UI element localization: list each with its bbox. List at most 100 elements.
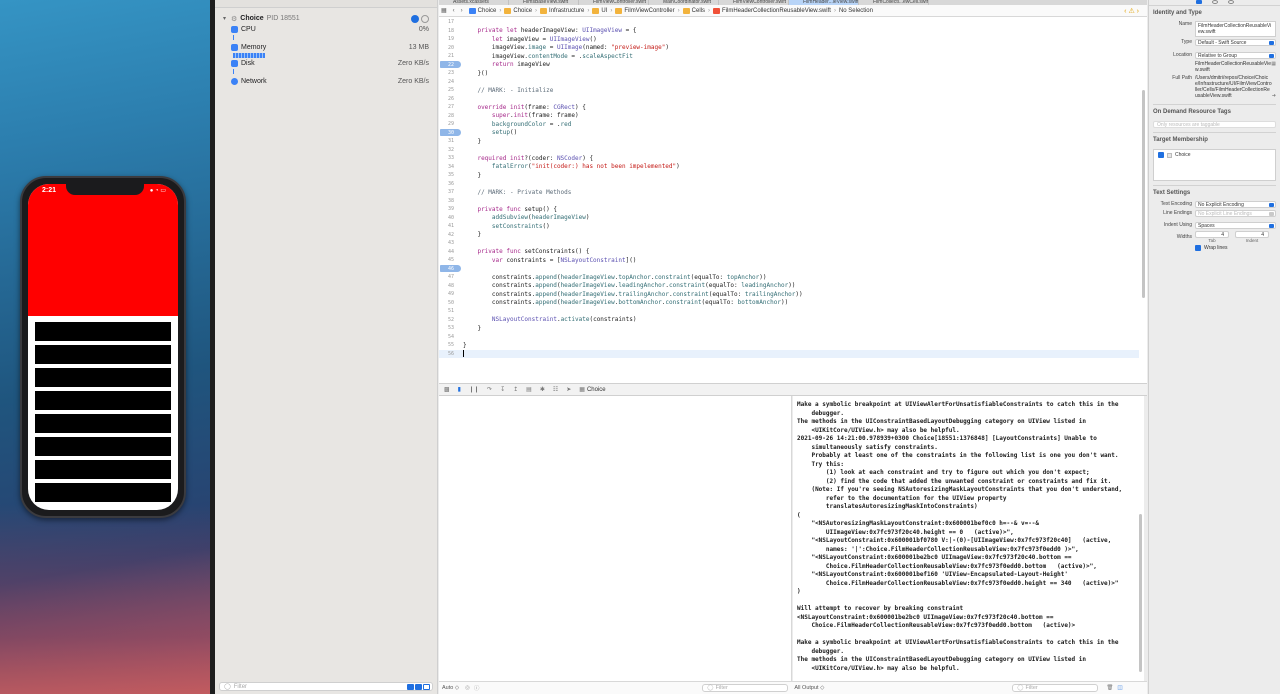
editor-tab[interactable]: Assets.xcassets bbox=[439, 0, 509, 5]
type-popup[interactable]: Default - Swift Source bbox=[1195, 39, 1276, 46]
code-line[interactable]: 49 constraints.append(headerImageView.tr… bbox=[439, 290, 1139, 299]
process-pause-icon[interactable] bbox=[421, 14, 429, 23]
code-line[interactable]: 39 private func setup() { bbox=[439, 205, 1139, 214]
collection-cell[interactable] bbox=[35, 460, 171, 479]
filter-toggle-icon[interactable] bbox=[415, 683, 422, 690]
breadcrumb-item[interactable]: Choice bbox=[478, 8, 497, 14]
code-line[interactable]: 55} bbox=[439, 341, 1139, 350]
editor-tab[interactable]: MainCoordinator.swift bbox=[649, 0, 719, 5]
line-number[interactable]: 45 bbox=[439, 257, 458, 263]
code-line[interactable]: 52 NSLayoutConstraint.activate(constrain… bbox=[439, 316, 1139, 325]
editor-scrollbar[interactable] bbox=[1142, 90, 1145, 298]
view-hierarchy-icon[interactable]: ▤ bbox=[526, 386, 532, 393]
code-line[interactable]: 33 required init?(coder: NSCoder) { bbox=[439, 154, 1139, 163]
line-number[interactable]: 47 bbox=[439, 274, 458, 280]
breadcrumb-item[interactable]: No Selection bbox=[839, 8, 873, 14]
memory-graph-icon[interactable]: ✱ bbox=[540, 386, 545, 393]
step-into-icon[interactable]: ↧ bbox=[500, 386, 505, 393]
line-number[interactable]: 27 bbox=[439, 104, 458, 110]
console-output[interactable]: Make a symbolic breakpoint at UIViewAler… bbox=[793, 396, 1144, 682]
location-popup[interactable]: Relative to Group bbox=[1195, 52, 1276, 59]
variables-view[interactable] bbox=[439, 396, 792, 694]
location-icon[interactable]: ➤ bbox=[566, 386, 571, 393]
related-items-icon[interactable]: ▦ bbox=[441, 7, 447, 14]
line-number[interactable]: 54 bbox=[439, 334, 458, 340]
line-endings-popup[interactable]: No Explicit Line Endings bbox=[1195, 210, 1276, 217]
breakpoint-marker[interactable]: 22 bbox=[439, 60, 461, 68]
gauge-cpu[interactable]: CPU 0% bbox=[223, 24, 429, 35]
process-row[interactable]: ▾ ⚙ Choice PID 18551 bbox=[223, 13, 429, 24]
step-over-icon[interactable]: ↷ bbox=[487, 386, 492, 393]
environment-icon[interactable]: ☷ bbox=[553, 386, 558, 393]
tab-width-stepper[interactable]: 4 bbox=[1195, 231, 1229, 238]
code-line[interactable]: 51 bbox=[439, 307, 1139, 316]
code-line[interactable]: 31 } bbox=[439, 137, 1139, 146]
breadcrumb-item[interactable]: Cells bbox=[692, 8, 705, 14]
breakpoint-marker[interactable]: 30 bbox=[439, 128, 461, 136]
code-line[interactable]: 54 bbox=[439, 333, 1139, 342]
breadcrumb-item[interactable]: Choice bbox=[513, 8, 532, 14]
collection-cell[interactable] bbox=[35, 483, 171, 502]
code-line[interactable]: 36 bbox=[439, 180, 1139, 189]
line-number[interactable]: 31 bbox=[439, 138, 458, 144]
code-line[interactable]: 22 return imageView bbox=[439, 60, 1139, 70]
line-number[interactable]: 36 bbox=[439, 181, 458, 187]
split-view-icon[interactable]: ◫ bbox=[1117, 685, 1122, 691]
editor-tab[interactable]: FilmHeader...leView.swift bbox=[789, 0, 859, 5]
line-number[interactable]: 49 bbox=[439, 291, 458, 297]
warning-icon[interactable]: ‹ ⚠ › bbox=[1124, 7, 1139, 15]
breadcrumb-item[interactable]: UI bbox=[601, 8, 607, 14]
collection-cell[interactable] bbox=[35, 322, 171, 341]
target-row[interactable]: Choice bbox=[1154, 150, 1275, 160]
code-line[interactable]: 30 setup() bbox=[439, 128, 1139, 138]
line-number[interactable]: 51 bbox=[439, 308, 458, 314]
line-number[interactable]: 37 bbox=[439, 189, 458, 195]
forward-icon[interactable]: › bbox=[461, 8, 463, 14]
line-number[interactable]: 53 bbox=[439, 325, 458, 331]
history-inspector-tab-icon[interactable] bbox=[1211, 0, 1218, 4]
code-line[interactable]: 46 bbox=[439, 264, 1139, 274]
line-number[interactable]: 39 bbox=[439, 206, 458, 212]
line-number[interactable]: 23 bbox=[439, 70, 458, 76]
code-line[interactable]: 27 override init(frame: CGRect) { bbox=[439, 103, 1139, 112]
code-line[interactable]: 40 addSubview(headerImageView) bbox=[439, 214, 1139, 223]
navigator-filter[interactable]: ◯ Filter bbox=[219, 682, 433, 691]
breadcrumb-item[interactable]: FilmViewController bbox=[624, 8, 674, 14]
code-area[interactable]: 17 18 private let headerImageView: UIImag… bbox=[439, 18, 1139, 383]
code-line[interactable]: 19 let imageView = UIImageView() bbox=[439, 35, 1139, 44]
code-line[interactable]: 45 var constraints = [NSLayoutConstraint… bbox=[439, 256, 1139, 265]
indent-using-popup[interactable]: Spaces bbox=[1195, 222, 1276, 229]
name-field[interactable]: FilmHeaderCollectionReusableView.swift bbox=[1195, 21, 1276, 37]
breadcrumb-item[interactable]: FilmHeaderCollectionReusableView.swift bbox=[722, 8, 831, 14]
code-line[interactable]: 29 backgroundColor = .red bbox=[439, 120, 1139, 129]
line-number[interactable]: 18 bbox=[439, 28, 458, 34]
debug-target-label[interactable]: Choice bbox=[587, 387, 606, 393]
code-line[interactable]: 41 setConstraints() bbox=[439, 222, 1139, 231]
indent-width-stepper[interactable]: 4 bbox=[1235, 231, 1269, 238]
line-number[interactable]: 29 bbox=[439, 121, 458, 127]
code-line[interactable]: 43 bbox=[439, 239, 1139, 248]
code-line[interactable]: 34 fatalError("init(coder:) has not been… bbox=[439, 163, 1139, 172]
filter-toggle-icon[interactable] bbox=[407, 683, 414, 690]
code-line[interactable]: 26 bbox=[439, 95, 1139, 104]
line-number[interactable]: 24 bbox=[439, 79, 458, 85]
eye-icon[interactable]: ◎ bbox=[465, 685, 470, 691]
help-inspector-tab-icon[interactable] bbox=[1227, 0, 1234, 4]
editor-tab[interactable]: FilmCollecti...ewCell.swift bbox=[859, 0, 929, 5]
line-number[interactable]: 48 bbox=[439, 283, 458, 289]
line-number[interactable]: 17 bbox=[439, 19, 458, 25]
code-line[interactable]: 44 private func setConstraints() { bbox=[439, 248, 1139, 257]
line-number[interactable]: 33 bbox=[439, 155, 458, 161]
wrap-lines-checkbox[interactable] bbox=[1195, 245, 1201, 251]
code-line[interactable]: 35 } bbox=[439, 171, 1139, 180]
collection-cell[interactable] bbox=[35, 391, 171, 410]
gauge-memory[interactable]: Memory 13 MB bbox=[223, 42, 429, 53]
code-line[interactable]: 24 bbox=[439, 78, 1139, 87]
code-line[interactable]: 37 // MARK: - Private Methods bbox=[439, 188, 1139, 197]
line-number[interactable]: 28 bbox=[439, 113, 458, 119]
collection-cell[interactable] bbox=[35, 345, 171, 364]
line-number[interactable]: 56 bbox=[439, 351, 458, 357]
console-scrollbar[interactable] bbox=[1139, 514, 1142, 672]
line-number[interactable]: 34 bbox=[439, 164, 458, 170]
back-icon[interactable]: ‹ bbox=[453, 8, 455, 14]
